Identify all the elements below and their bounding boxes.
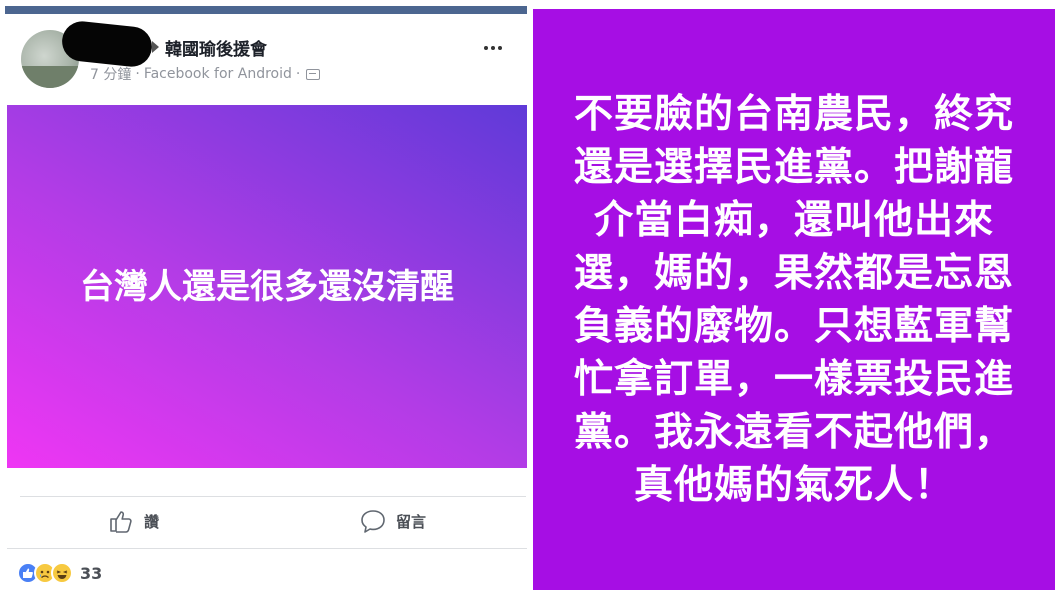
- divider: [7, 548, 527, 549]
- meta-separator: ·: [135, 66, 140, 82]
- post-header: 韓國瑜後援會: [152, 35, 267, 60]
- facebook-post-panel: 韓國瑜後援會 7 分鐘 · Facebook for Android · 台灣人…: [0, 0, 530, 596]
- more-options-icon: [498, 46, 502, 50]
- comment-label: 留言: [396, 512, 427, 531]
- reaction-summary[interactable]: 33: [17, 562, 102, 584]
- post-text: 台灣人還是很多還沒清醒: [80, 266, 454, 307]
- speech-bubble-icon: [361, 510, 385, 533]
- top-bar: [5, 6, 527, 14]
- more-options-icon: [491, 46, 495, 50]
- haha-reaction-icon: [51, 562, 73, 584]
- like-label: 讚: [144, 512, 160, 531]
- privacy-icon[interactable]: [306, 68, 321, 80]
- quote-panel: 不要臉的台南農民，終究還是選擇民進黨。把謝龍介當白痴，還叫他出來選，媽的，果然都…: [533, 9, 1055, 590]
- post-source: Facebook for Android: [143, 66, 292, 82]
- comment-button[interactable]: 留言: [360, 508, 426, 534]
- post-background: 台灣人還是很多還沒清醒: [7, 105, 527, 468]
- more-options-button[interactable]: [484, 46, 502, 50]
- post-time[interactable]: 7 分鐘: [90, 64, 131, 84]
- meta-separator: ·: [295, 66, 301, 82]
- avatar-image-ground: [21, 66, 79, 88]
- reaction-count: 33: [80, 563, 103, 583]
- right-triangle-icon: [152, 41, 159, 53]
- thumbs-up-icon: [110, 511, 132, 533]
- more-options-icon: [484, 46, 488, 50]
- divider: [20, 496, 526, 497]
- quote-text: 不要臉的台南農民，終究還是選擇民進黨。把謝龍介當白痴，還叫他出來選，媽的，果然都…: [574, 91, 1015, 508]
- like-button[interactable]: 讚: [108, 508, 159, 534]
- group-name-link[interactable]: 韓國瑜後援會: [165, 35, 267, 60]
- post-meta: 7 分鐘 · Facebook for Android ·: [90, 64, 321, 84]
